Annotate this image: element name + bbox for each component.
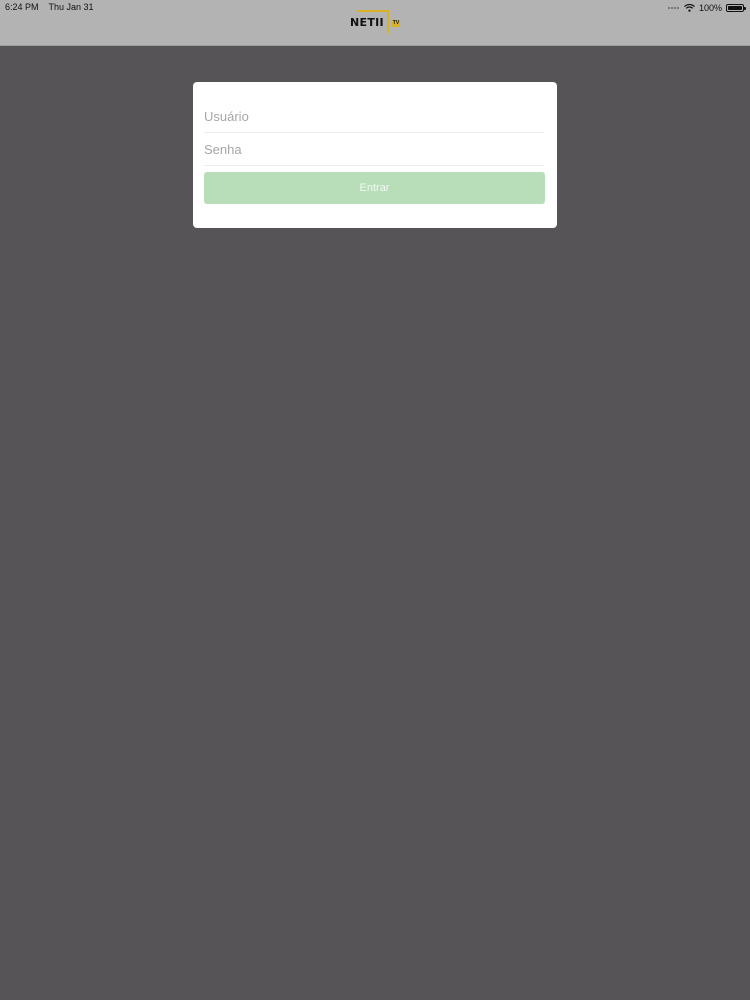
logo-text: NETII <box>350 16 384 29</box>
username-field <box>204 101 544 133</box>
signal-icon <box>667 7 680 9</box>
login-card: Entrar <box>193 82 557 228</box>
logo-text-main: NET <box>350 16 376 29</box>
login-button[interactable]: Entrar <box>204 172 545 204</box>
username-input[interactable] <box>204 101 544 132</box>
top-bar: 6:24 PM Thu Jan 31 NETII TV 100% <box>0 0 750 46</box>
status-time: 6:24 PM <box>5 2 39 12</box>
password-field <box>204 134 544 166</box>
status-date: Thu Jan 31 <box>48 2 94 12</box>
logo-tv-badge: TV <box>392 20 400 27</box>
battery-icon <box>726 4 746 12</box>
app-logo: NETII TV <box>347 9 403 35</box>
status-bar-right: 100% <box>667 2 746 14</box>
password-input[interactable] <box>204 134 544 165</box>
logo-text-suffix: II <box>375 16 384 29</box>
battery-percent: 100% <box>698 3 722 13</box>
wifi-icon <box>684 4 695 12</box>
status-bar-left: 6:24 PM Thu Jan 31 <box>5 2 94 12</box>
